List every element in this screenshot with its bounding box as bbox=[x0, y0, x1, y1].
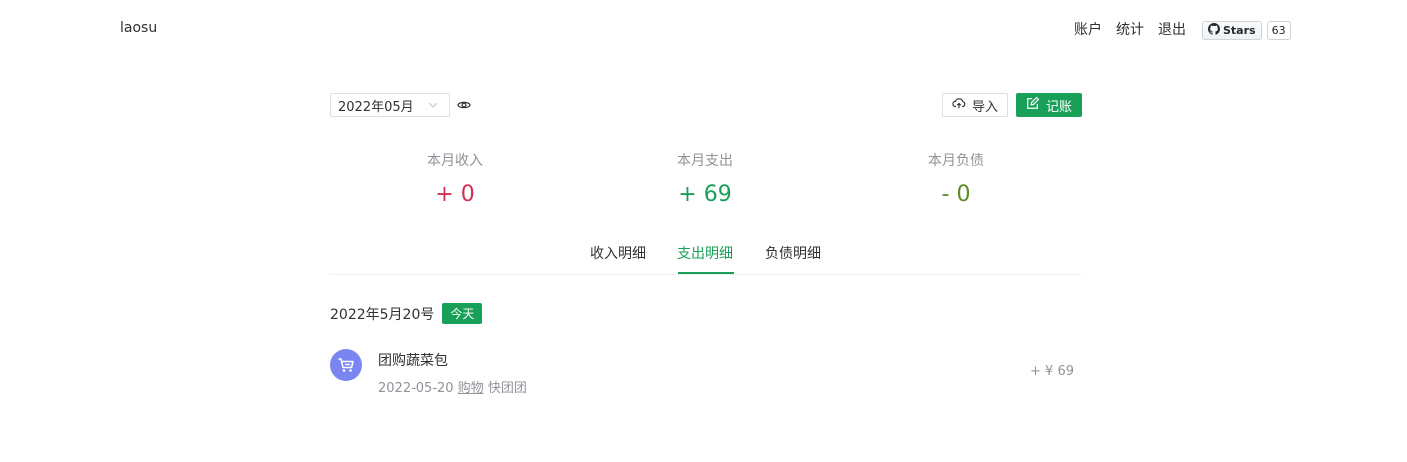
record-button-label: 记账 bbox=[1045, 99, 1072, 115]
stat-debt-label: 本月负债 bbox=[928, 153, 984, 169]
cloud-upload-icon bbox=[952, 96, 966, 114]
record-title: 团购蔬菜包 bbox=[378, 353, 448, 369]
record-category[interactable]: 购物 bbox=[458, 381, 484, 396]
month-picker[interactable]: 2022年05月 bbox=[330, 93, 450, 117]
chevron-down-icon bbox=[427, 99, 439, 115]
stat-income-label: 本月收入 bbox=[427, 153, 483, 169]
github-stars-count[interactable]: 63 bbox=[1266, 21, 1291, 40]
tab-income-detail[interactable]: 收入明细 bbox=[590, 243, 646, 263]
nav-accounts[interactable]: 账户 bbox=[1074, 19, 1102, 39]
github-icon bbox=[1208, 23, 1220, 38]
toolbar: 2022年05月 导入 记账 bbox=[330, 93, 1082, 117]
import-button[interactable]: 导入 bbox=[942, 93, 1008, 117]
top-nav: 账户 统计 退出 bbox=[1074, 19, 1186, 39]
tab-debt-detail[interactable]: 负债明细 bbox=[765, 243, 821, 263]
edit-icon bbox=[1026, 96, 1040, 114]
import-button-label: 导入 bbox=[971, 99, 998, 115]
nav-logout[interactable]: 退出 bbox=[1158, 19, 1186, 39]
shopping-cart-icon bbox=[330, 349, 362, 381]
stat-expense-value: + 69 bbox=[678, 182, 732, 207]
stat-income-value: + 0 bbox=[435, 182, 475, 207]
nav-statistics[interactable]: 统计 bbox=[1116, 19, 1144, 39]
record-amount: + ¥ 69 bbox=[1030, 364, 1074, 379]
eye-icon[interactable] bbox=[457, 98, 471, 116]
tab-expense-detail[interactable]: 支出明细 bbox=[677, 243, 733, 263]
group-date: 2022年5月20号 bbox=[330, 306, 435, 323]
stat-expense-label: 本月支出 bbox=[677, 153, 733, 169]
stat-expense: 本月支出 + 69 bbox=[615, 150, 795, 207]
record-meta: 2022-05-20 购物 快团团 bbox=[378, 377, 527, 396]
github-stars-button[interactable]: Stars bbox=[1202, 21, 1262, 40]
stat-debt: 本月负债 - 0 bbox=[866, 150, 1046, 207]
list-item[interactable]: 团购蔬菜包 2022-05-20 购物 快团团 + ¥ 69 bbox=[330, 348, 1082, 398]
month-picker-value: 2022年05月 bbox=[338, 99, 414, 115]
record-account: 快团团 bbox=[487, 381, 527, 396]
date-group-header: 2022年5月20号 今天 bbox=[330, 303, 483, 324]
record-button[interactable]: 记账 bbox=[1016, 93, 1082, 117]
active-tab-indicator bbox=[678, 272, 734, 274]
detail-tabs: 收入明细 支出明细 负债明细 bbox=[330, 240, 1082, 275]
brand-logo[interactable]: laosu bbox=[120, 20, 157, 36]
github-stars-widget: Stars 63 bbox=[1202, 21, 1291, 40]
record-date: 2022-05-20 bbox=[378, 381, 454, 396]
github-stars-label: Stars bbox=[1223, 24, 1256, 37]
stat-income: 本月收入 + 0 bbox=[365, 150, 545, 207]
stat-debt-value: - 0 bbox=[941, 182, 971, 207]
today-badge: 今天 bbox=[442, 303, 483, 324]
